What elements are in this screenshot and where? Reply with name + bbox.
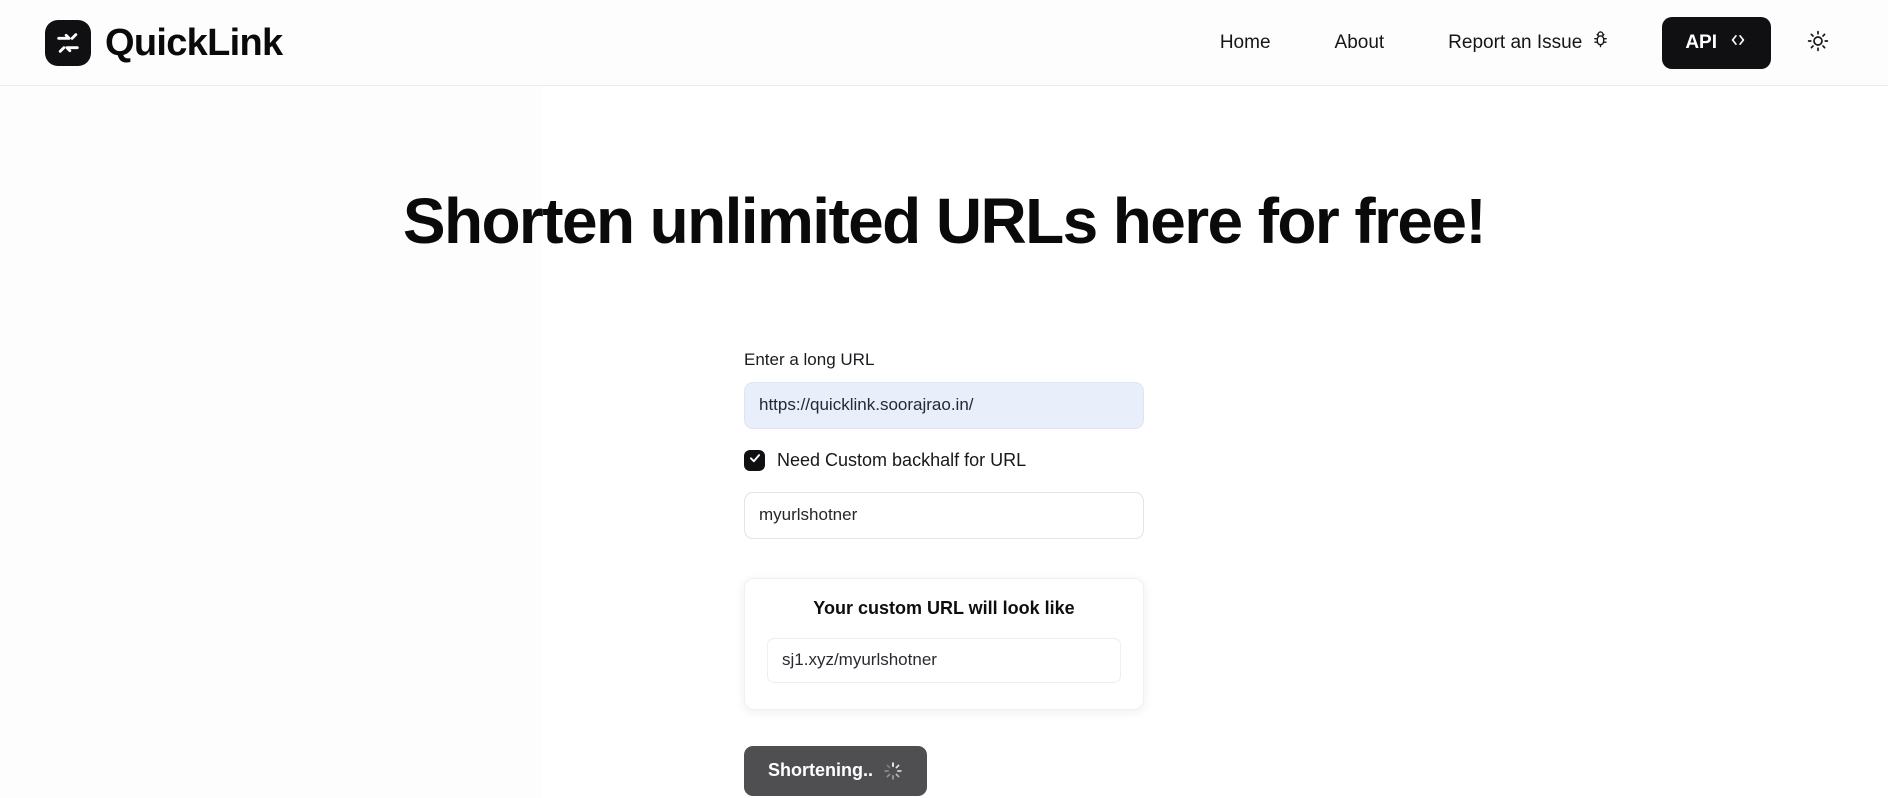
nav-item-report-an-issue-label: Report an Issue	[1448, 31, 1583, 53]
custom-backhalf-checkbox-row[interactable]: Need Custom backhalf for URL	[744, 449, 1144, 471]
shorten-submit-button-label: Shortening..	[768, 760, 873, 781]
shuffle-swap-arrows-icon	[45, 19, 91, 66]
api-button-label: API	[1685, 31, 1717, 53]
long-url-label: Enter a long URL	[744, 349, 875, 369]
code-brackets-icon	[1728, 30, 1748, 56]
custom-url-preview-input[interactable]	[767, 637, 1121, 683]
custom-url-preview-title: Your custom URL will look like	[813, 597, 1075, 618]
custom-backhalf-checkbox[interactable]	[744, 449, 765, 471]
bug-icon	[1591, 30, 1610, 55]
primary-navigation: Home About Report an Issue API	[1188, 16, 1843, 69]
url-shortener-form: Enter a long URL Need Custom backhalf fo…	[744, 258, 1144, 796]
shorten-submit-button[interactable]: Shortening..	[744, 745, 927, 796]
site-header: QuickLink Home About Report an Issue API	[0, 0, 1888, 86]
nav-item-home[interactable]: Home	[1188, 24, 1303, 62]
brand-logo[interactable]: QuickLink	[45, 19, 283, 66]
brand-name: QuickLink	[105, 21, 283, 64]
check-icon	[748, 451, 762, 470]
theme-toggle-button[interactable]	[1801, 26, 1835, 60]
sun-icon	[1806, 29, 1830, 56]
custom-backhalf-checkbox-label: Need Custom backhalf for URL	[777, 449, 1027, 470]
custom-backhalf-input[interactable]	[744, 491, 1144, 539]
nav-item-about[interactable]: About	[1303, 24, 1417, 62]
nav-item-report-an-issue[interactable]: Report an Issue	[1416, 22, 1642, 63]
nav-item-about-label: About	[1334, 31, 1385, 53]
loading-spinner-icon	[883, 761, 903, 781]
api-button[interactable]: API	[1662, 16, 1771, 69]
nav-item-home-label: Home	[1219, 31, 1271, 53]
main-content: Shorten unlimited URLs here for free! En…	[0, 86, 1888, 798]
page-title: Shorten unlimited URLs here for free!	[402, 185, 1487, 257]
custom-url-preview-card: Your custom URL will look like	[744, 577, 1144, 710]
long-url-input[interactable]	[744, 381, 1144, 429]
